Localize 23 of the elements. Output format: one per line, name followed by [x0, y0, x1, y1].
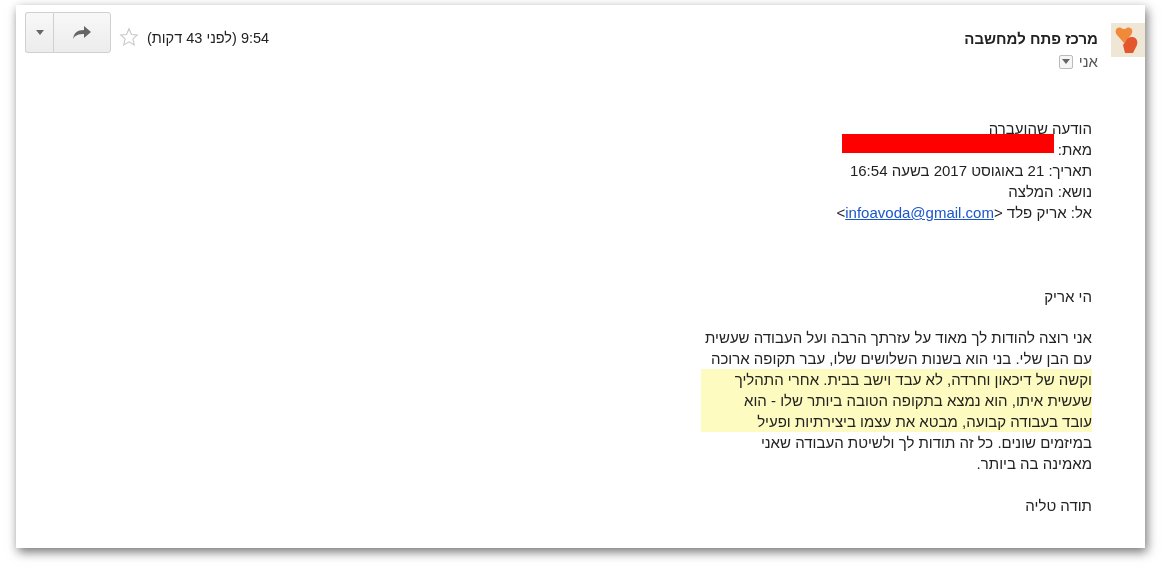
body-text-line: במיזמים שונים. כל זה תודות לך ולשיטת העבודה שאני [759, 433, 1092, 453]
forwarded-title: הודעה שהועברה [987, 119, 1092, 139]
body-text-line: עם הבן שלי. בני הוא בשנות השלושים שלו, עבר תקופה ארוכה [709, 349, 1092, 369]
body-text-line: מאמינה בה ביותר. [975, 454, 1092, 474]
greeting-text: הי אריק [1044, 287, 1092, 307]
to-label: אל: אריק פלד < [993, 203, 1092, 223]
recipient-label: אני [1078, 53, 1098, 70]
caret-icon [1061, 59, 1070, 64]
from-label: מאת: [1057, 140, 1092, 160]
body-text-line: אני רוצה להודות לך מאוד על עזרתך הרבה ועל העבודה שעשית [703, 328, 1092, 348]
star-icon[interactable] [119, 27, 139, 47]
message-time: 9:54 (לפני 43 דקות) [147, 30, 270, 46]
details-dropdown-button[interactable] [1058, 54, 1073, 69]
to-closing-bracket: > [836, 203, 846, 223]
forward-button[interactable] [53, 12, 111, 53]
heart-logo-icon [1111, 23, 1145, 57]
sender-name: מרכז פתח למחשבה [964, 30, 1098, 47]
signature-text: תודה טליה [1025, 496, 1092, 516]
caret-icon [35, 30, 44, 35]
email-link[interactable]: infoavoda@gmail.com [845, 202, 994, 223]
forward-arrow-icon [73, 25, 91, 40]
date-line: תאריך: 21 באוגוסט 2017 בשעה 16:54 [848, 161, 1092, 181]
subject-line: נושא: המלצה [1007, 182, 1092, 202]
